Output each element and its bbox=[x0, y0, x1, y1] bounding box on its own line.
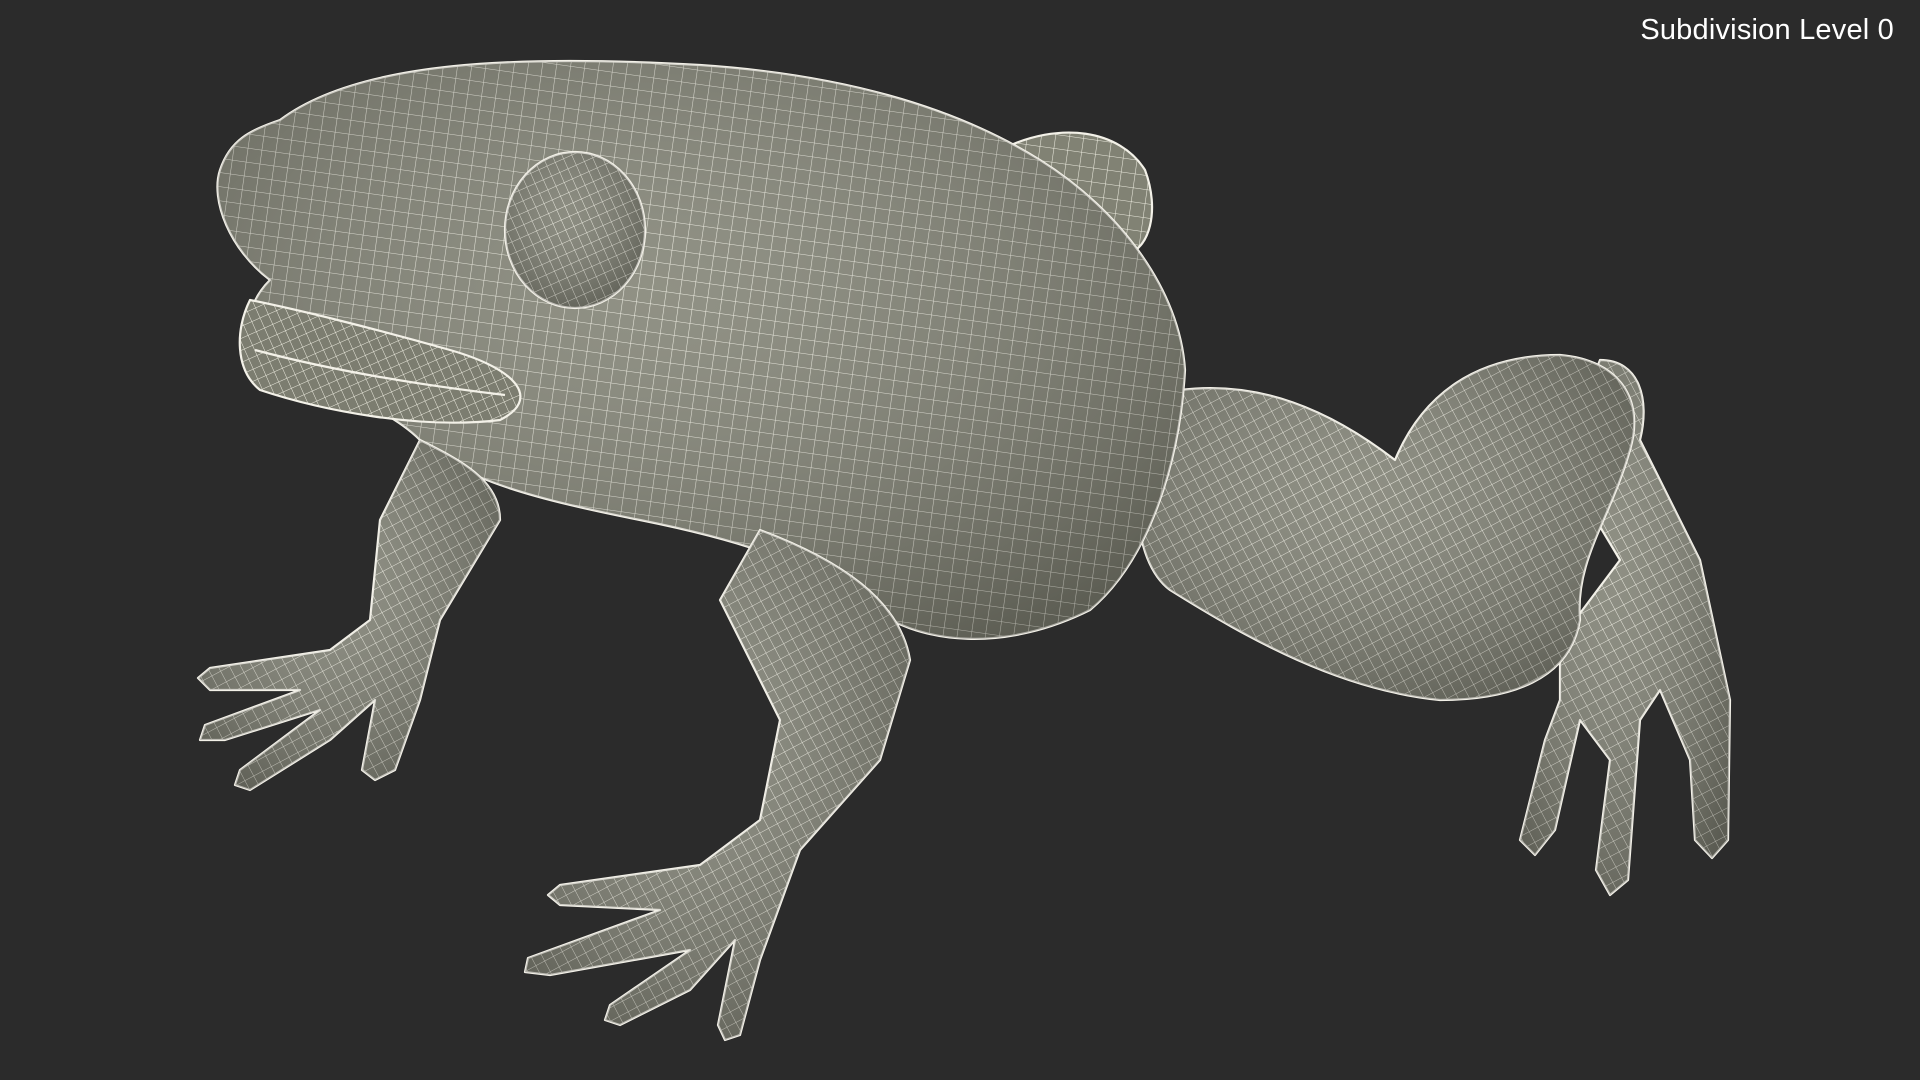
subdivision-level-label: Subdivision Level 0 bbox=[1640, 14, 1894, 46]
front-leg-near bbox=[523, 528, 912, 1042]
front-leg-left bbox=[196, 438, 502, 792]
hind-leg-near bbox=[1135, 353, 1636, 702]
render-viewport: Subdivision Level 0 bbox=[0, 0, 1920, 1080]
eye bbox=[503, 150, 647, 310]
frog-mesh-render bbox=[196, 59, 1732, 1042]
